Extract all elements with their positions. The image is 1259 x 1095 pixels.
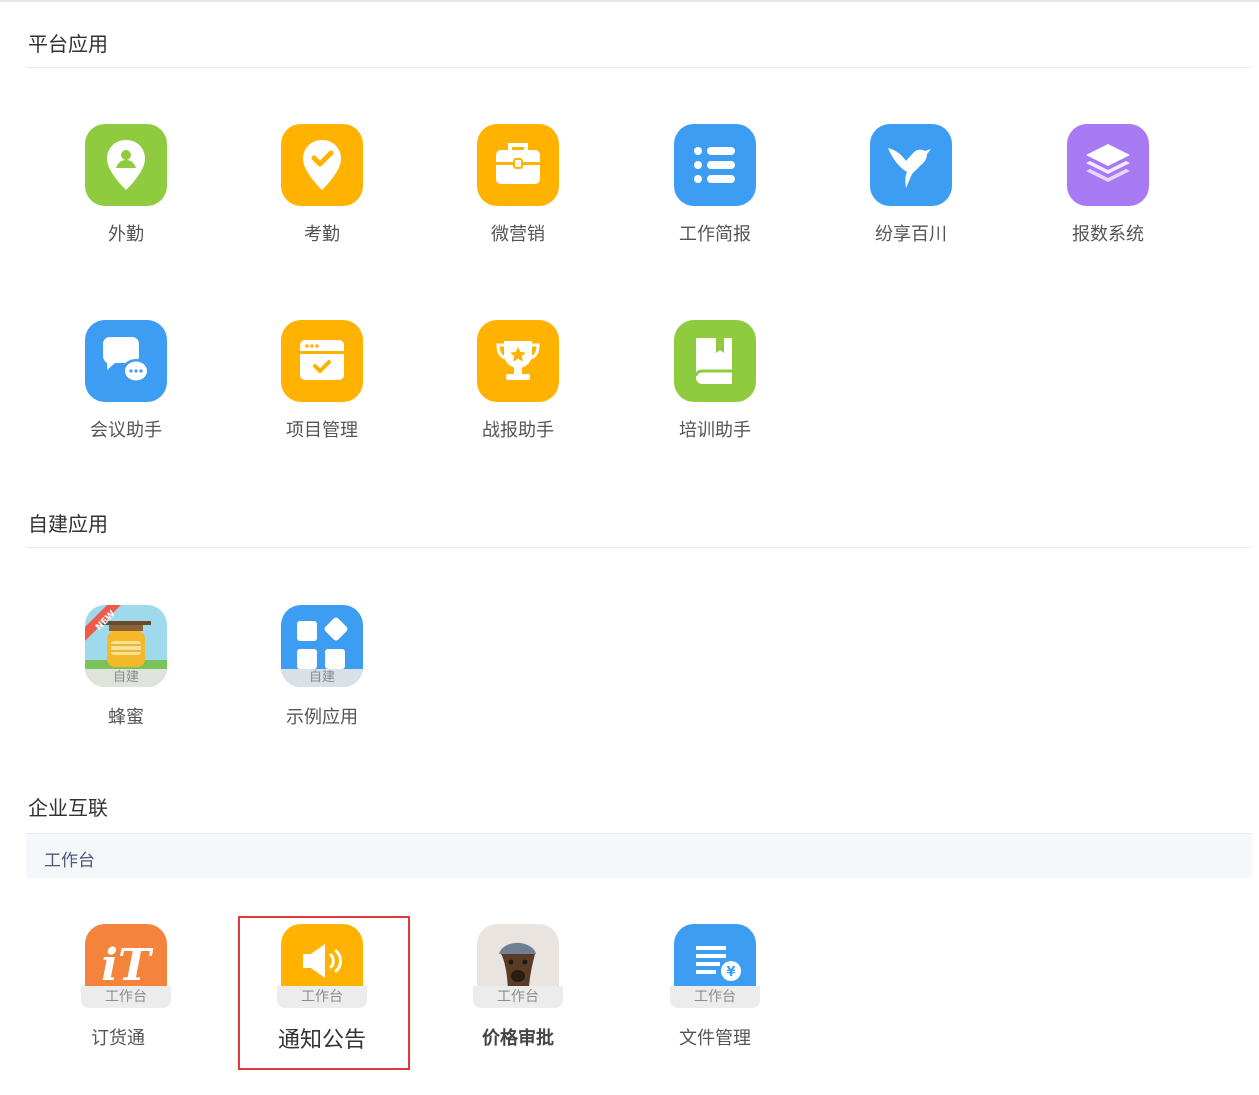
app-tile-peixunzhushou[interactable]: 培训助手 <box>617 320 813 480</box>
briefcase-icon <box>477 124 559 206</box>
svg-text:NEW: NEW <box>94 609 118 633</box>
app-tile-xiangmuguanli[interactable]: 项目管理 <box>224 320 420 480</box>
app-label: 工作简报 <box>679 224 751 245</box>
section-divider <box>26 547 1252 548</box>
app-tile-waiqin[interactable]: 外勤 <box>28 124 224 284</box>
app-label: 外勤 <box>108 224 144 245</box>
app-label: 考勤 <box>304 224 340 245</box>
app-tile-gongzuojianbao[interactable]: 工作简报 <box>617 124 813 284</box>
svg-text:¥: ¥ <box>726 965 735 980</box>
app-tile-fenxiangbaichuan[interactable]: 纷享百川 <box>813 124 1009 284</box>
app-label: 订货通 <box>91 1028 145 1049</box>
app-tile-shiliyingyong[interactable]: 自建 示例应用 <box>224 605 420 765</box>
app-tile-huiyizhushou[interactable]: 会议助手 <box>28 320 224 480</box>
hummingbird-icon <box>870 124 952 206</box>
top-border <box>0 0 1259 2</box>
app-badge: 自建 <box>281 669 363 687</box>
app-badge: 自建 <box>85 669 167 687</box>
app-badge: 工作台 <box>473 986 563 1008</box>
app-tile-weiyingxiao[interactable]: 微营销 <box>420 124 616 284</box>
app-label: 会议助手 <box>90 420 162 441</box>
app-label: 价格审批 <box>482 1028 554 1049</box>
list-icon <box>674 124 756 206</box>
app-label: 项目管理 <box>286 420 358 441</box>
app-grid-icon: 自建 <box>281 605 363 687</box>
calendar-check-icon <box>281 320 363 402</box>
app-label: 报数系统 <box>1072 224 1144 245</box>
chat-bubbles-icon <box>85 320 167 402</box>
section-title-interconnect: 企业互联 <box>28 796 108 820</box>
trophy-icon <box>477 320 559 402</box>
section-title-custom: 自建应用 <box>28 512 108 536</box>
section-title-platform: 平台应用 <box>28 32 108 56</box>
app-tile-dinghuotong[interactable]: iT 工作台 订货通 <box>28 924 224 1084</box>
app-tile-zhanbaozhushou[interactable]: 战报助手 <box>420 320 616 480</box>
tab-workspace[interactable]: 工作台 <box>44 846 95 871</box>
location-person-icon <box>85 124 167 206</box>
honey-jar-icon: NEW 自建 <box>85 605 167 687</box>
section-divider <box>26 67 1252 68</box>
app-tile-fengmi[interactable]: NEW 自建 蜂蜜 <box>28 605 224 765</box>
location-check-icon <box>281 124 363 206</box>
app-badge: 工作台 <box>670 986 760 1008</box>
workspace-subtab-bar[interactable]: 工作台 <box>26 833 1252 878</box>
app-label: 文件管理 <box>679 1028 751 1049</box>
app-label: 微营销 <box>491 224 545 245</box>
app-label: 培训助手 <box>679 420 751 441</box>
app-label: 示例应用 <box>286 707 358 728</box>
selection-highlight-box <box>238 916 410 1070</box>
svg-text:iT: iT <box>101 940 154 991</box>
app-tile-kaoqin[interactable]: 考勤 <box>224 124 420 284</box>
app-badge: 工作台 <box>81 986 171 1008</box>
app-tile-wenjianguanli[interactable]: ¥ 工作台 文件管理 <box>617 924 813 1084</box>
app-tile-baoshuxitong[interactable]: 报数系统 <box>1010 124 1206 284</box>
book-icon <box>674 320 756 402</box>
app-label: 战报助手 <box>482 420 554 441</box>
app-tile-jiageshenpi[interactable]: 工作台 价格审批 <box>420 924 616 1084</box>
app-label: 蜂蜜 <box>108 707 144 728</box>
app-label: 纷享百川 <box>875 224 947 245</box>
layers-icon <box>1067 124 1149 206</box>
